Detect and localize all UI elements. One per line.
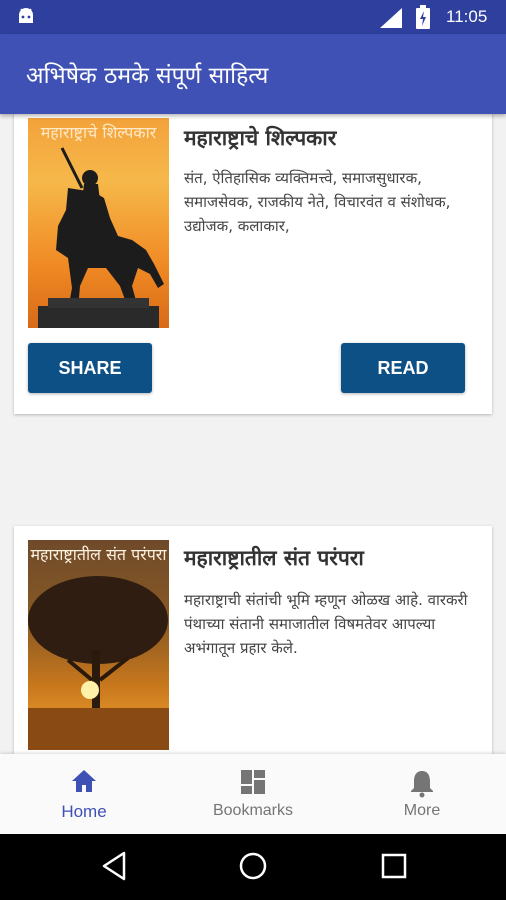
book-cover-image[interactable]: महाराष्ट्रातील संत परंपरा bbox=[28, 540, 169, 750]
android-notification-icon bbox=[16, 7, 36, 29]
recents-square-icon[interactable] bbox=[380, 850, 408, 886]
nav-label-home: Home bbox=[61, 802, 107, 821]
book-description: महाराष्ट्राची संतांची भूमि म्हणून ओळख आह… bbox=[184, 591, 468, 657]
app-screen: 11:05 अभिषेक ठमके संपूर्ण साहित्य महाराष… bbox=[0, 0, 506, 900]
bottom-navigation: Home Bookmarks More bbox=[0, 754, 506, 834]
status-time: 11:05 bbox=[446, 7, 488, 26]
book-description: संत, ऐतिहासिक व्यक्तिमत्त्वे, समाजसुधारक… bbox=[184, 169, 451, 235]
status-bar: 11:05 bbox=[0, 0, 506, 34]
nav-item-home[interactable]: Home bbox=[0, 754, 168, 834]
battery-charging-icon bbox=[416, 5, 430, 33]
book-card[interactable]: महाराष्ट्राचे शिल्पकार महाराष्ट्राचे शिल… bbox=[14, 114, 492, 414]
dashboard-icon bbox=[239, 768, 267, 800]
book-card[interactable]: महाराष्ट्रातील संत परंपरा महाराष्ट्रातील… bbox=[14, 526, 492, 754]
cell-signal-icon bbox=[380, 8, 402, 32]
home-circle-icon[interactable] bbox=[237, 850, 269, 886]
home-icon bbox=[70, 768, 98, 798]
cover-title: महाराष्ट्रातील संत परंपरा bbox=[30, 545, 167, 564]
back-icon[interactable] bbox=[100, 850, 128, 886]
read-button[interactable]: READ bbox=[341, 343, 465, 393]
nav-item-bookmarks[interactable]: Bookmarks bbox=[169, 754, 337, 834]
app-title: अभिषेक ठमके संपूर्ण साहित्य bbox=[26, 63, 269, 89]
book-title: महाराष्ट्रातील संत परंपरा bbox=[184, 546, 364, 570]
nav-label-bookmarks: Bookmarks bbox=[212, 802, 294, 819]
nav-label-more: More bbox=[403, 802, 441, 819]
cover-title: महाराष्ट्राचे शिल्पकार bbox=[40, 123, 157, 142]
book-list[interactable]: महाराष्ट्राचे शिल्पकार महाराष्ट्राचे शिल… bbox=[0, 114, 506, 754]
share-button[interactable]: SHARE bbox=[28, 343, 152, 393]
nav-item-more[interactable]: More bbox=[338, 754, 506, 834]
book-title: महाराष्ट्राचे शिल्पकार bbox=[184, 126, 337, 150]
bell-icon bbox=[408, 768, 436, 802]
book-cover-image[interactable]: महाराष्ट्राचे शिल्पकार bbox=[28, 118, 169, 328]
app-bar: अभिषेक ठमके संपूर्ण साहित्य bbox=[0, 34, 506, 114]
system-navigation-bar bbox=[0, 834, 506, 900]
